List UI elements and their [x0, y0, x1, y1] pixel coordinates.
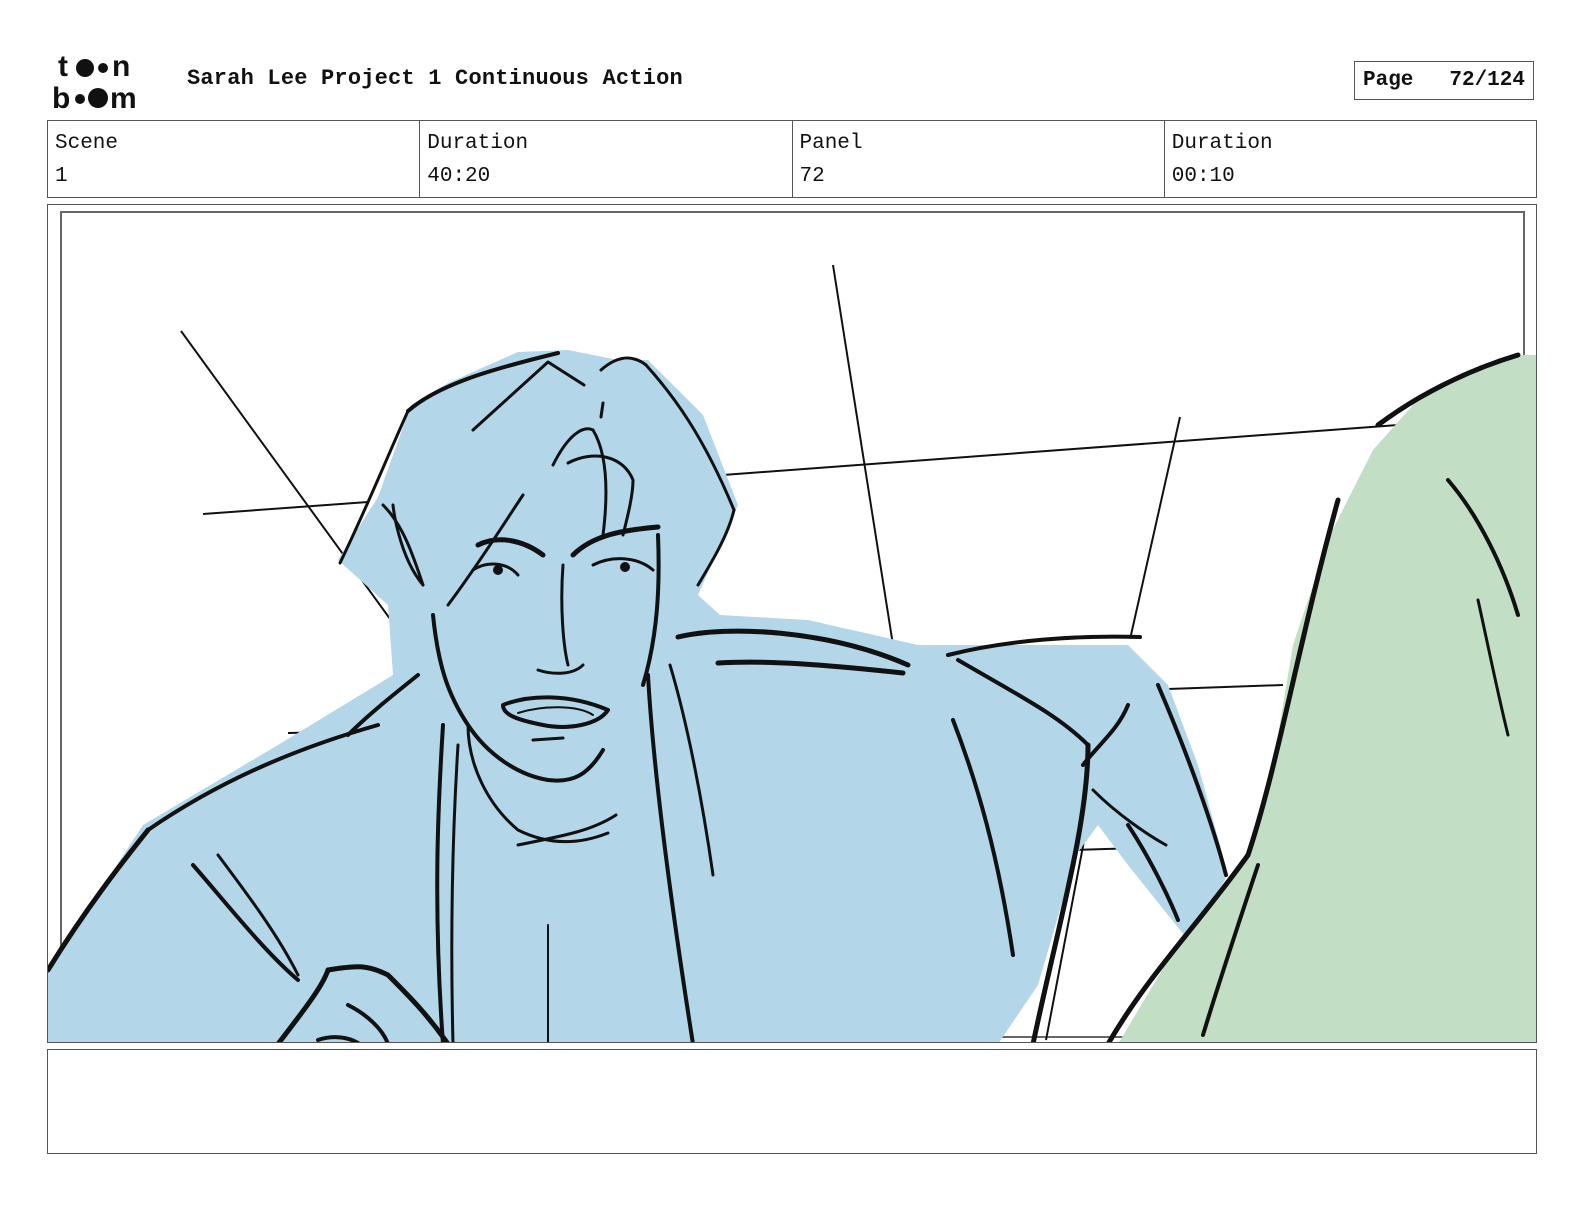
- panel-duration-label: Duration: [1171, 132, 1273, 155]
- scene-value: 1: [55, 165, 68, 188]
- page-number: 72/124: [1449, 69, 1525, 92]
- panel-label: Panel: [799, 132, 863, 155]
- svg-text:m: m: [110, 82, 137, 112]
- panel-cell: Panel 72: [793, 121, 1165, 197]
- svg-text:b: b: [52, 82, 70, 112]
- panel-sketch: [48, 211, 1536, 1042]
- scene-duration-cell: Duration 40:20: [420, 121, 793, 197]
- page-indicator: Page 72/124: [1354, 61, 1534, 100]
- svg-text:t: t: [58, 52, 68, 83]
- panel-duration-cell: Duration 00:10: [1165, 121, 1536, 197]
- panel-notes[interactable]: [47, 1049, 1537, 1154]
- character-fill: [48, 350, 1228, 1042]
- panel-value: 72: [799, 165, 825, 188]
- storyboard-panel: [47, 204, 1537, 1043]
- page-label: Page: [1363, 69, 1414, 92]
- project-title: Sarah Lee Project 1 Continuous Action: [187, 66, 683, 91]
- toon-boom-logo: t n b m: [52, 52, 137, 112]
- panel-info-table: Scene 1 Duration 40:20 Panel 72 Duration…: [47, 120, 1537, 198]
- panel-duration-value: 00:10: [1171, 165, 1235, 188]
- scene-duration-label: Duration: [427, 132, 529, 155]
- scene-cell: Scene 1: [48, 121, 421, 197]
- scene-duration-value: 40:20: [427, 165, 491, 188]
- scene-label: Scene: [55, 132, 119, 155]
- svg-text:n: n: [112, 52, 130, 83]
